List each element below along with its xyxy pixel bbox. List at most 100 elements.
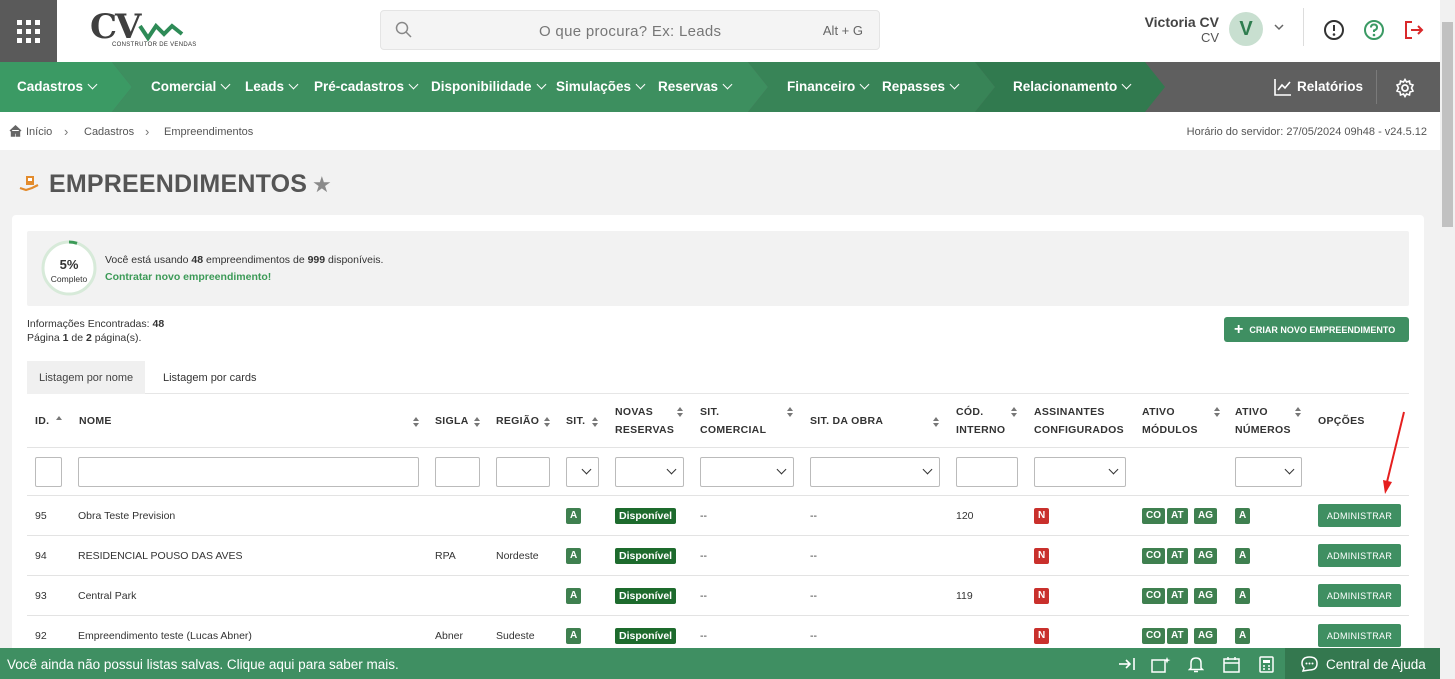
logo[interactable]: CV CONSTRUTOR DE VENDAS bbox=[90, 10, 196, 52]
usage-percent: 5% bbox=[59, 257, 79, 272]
divider bbox=[27, 447, 1409, 448]
administrar-button[interactable]: ADMINISTRAR bbox=[1318, 584, 1401, 607]
saved-lists-message[interactable]: Você ainda não possui listas salvas. Cli… bbox=[7, 657, 399, 672]
sort-icon[interactable] bbox=[544, 417, 550, 427]
module-badge: AT bbox=[1167, 628, 1188, 644]
col-ativo-numeros[interactable]: ATIVO NÚMEROS bbox=[1235, 403, 1291, 439]
status-badge: A bbox=[566, 628, 582, 644]
cell-nome[interactable]: RESIDENCIAL POUSO DAS AVES bbox=[78, 550, 243, 562]
col-regiao[interactable]: REGIÃO bbox=[496, 412, 539, 430]
filter-obra-select[interactable] bbox=[810, 457, 940, 487]
help-icon[interactable] bbox=[1363, 19, 1385, 41]
chart-icon bbox=[1274, 79, 1291, 96]
module-badge: AT bbox=[1167, 548, 1188, 564]
status-badge: A bbox=[566, 588, 582, 604]
col-sit-obra[interactable]: SIT. DA OBRA bbox=[810, 412, 883, 430]
nav-relacionamento[interactable]: Relacionamento bbox=[1013, 79, 1132, 94]
avatar[interactable]: V bbox=[1229, 12, 1263, 46]
cell-sit-obra: -- bbox=[810, 550, 817, 562]
content-card: 5% Completo Você está usando 48 empreend… bbox=[12, 215, 1424, 679]
breadcrumb-cadastros[interactable]: Cadastros bbox=[84, 126, 134, 138]
filter-assinantes-select[interactable] bbox=[1034, 457, 1126, 487]
nav-relatorios[interactable]: Relatórios bbox=[1297, 79, 1363, 94]
administrar-button[interactable]: ADMINISTRAR bbox=[1318, 544, 1401, 567]
col-sit[interactable]: SIT. bbox=[566, 412, 585, 430]
new-message-icon[interactable] bbox=[1151, 656, 1171, 673]
nav-reservas[interactable]: Reservas bbox=[658, 79, 733, 94]
cell-regiao: Sudeste bbox=[496, 630, 535, 642]
breadcrumb-current: Empreendimentos bbox=[164, 126, 254, 138]
nav-simulacoes[interactable]: Simulações bbox=[556, 79, 646, 94]
hire-link[interactable]: Contratar novo empreendimento! bbox=[105, 271, 271, 283]
nav-cadastros[interactable]: Cadastros bbox=[17, 79, 98, 94]
col-id[interactable]: ID. bbox=[35, 412, 49, 430]
filter-regiao-input[interactable] bbox=[496, 457, 550, 487]
server-time: Horário do servidor: 27/05/2024 09h48 - … bbox=[1186, 126, 1427, 138]
sort-icon[interactable] bbox=[787, 407, 793, 417]
collapse-right-icon[interactable] bbox=[1118, 656, 1136, 672]
nav-financeiro[interactable]: Financeiro bbox=[787, 79, 870, 94]
calculator-icon[interactable] bbox=[1259, 656, 1274, 673]
create-button[interactable]: + CRIAR NOVO EMPREENDIMENTO bbox=[1224, 317, 1409, 342]
sort-icon[interactable] bbox=[1214, 407, 1220, 417]
sort-icon[interactable] bbox=[56, 416, 62, 426]
sort-icon[interactable] bbox=[413, 417, 419, 427]
app-menu-button[interactable] bbox=[0, 0, 57, 62]
home-icon[interactable] bbox=[9, 125, 22, 137]
info-icon[interactable] bbox=[1323, 19, 1345, 41]
search-input[interactable]: O que procura? Ex: Leads Alt + G bbox=[380, 10, 880, 50]
sort-icon[interactable] bbox=[677, 407, 683, 417]
col-novas-reservas[interactable]: NOVAS RESERVAS bbox=[615, 403, 674, 439]
nav-disponibilidade[interactable]: Disponibilidade bbox=[431, 79, 546, 94]
divider bbox=[27, 495, 1409, 496]
sort-icon[interactable] bbox=[1295, 407, 1301, 417]
breadcrumb: Início › Cadastros › Empreendimentos Hor… bbox=[0, 112, 1440, 150]
filter-sigla-input[interactable] bbox=[435, 457, 480, 487]
cell-nome[interactable]: Central Park bbox=[78, 590, 136, 602]
filter-sit-select[interactable] bbox=[566, 457, 599, 487]
filter-cod-input[interactable] bbox=[956, 457, 1018, 487]
filter-novas-select[interactable] bbox=[615, 457, 684, 487]
filter-id-input[interactable] bbox=[35, 457, 62, 487]
cell-nome[interactable]: Empreendimento teste (Lucas Abner) bbox=[78, 630, 252, 642]
user-menu[interactable]: Victoria CV CV V bbox=[1135, 12, 1285, 52]
logout-icon[interactable] bbox=[1403, 19, 1425, 41]
sort-icon[interactable] bbox=[592, 417, 598, 427]
main-nav: Cadastros Comercial Leads Pré-cadastros … bbox=[0, 62, 1440, 112]
filter-nome-input[interactable] bbox=[78, 457, 419, 487]
filter-numeros-select[interactable] bbox=[1235, 457, 1302, 487]
sort-icon[interactable] bbox=[1011, 407, 1017, 417]
scrollbar-thumb[interactable] bbox=[1442, 22, 1453, 227]
page-title: EMPREENDIMENTOS bbox=[49, 170, 308, 198]
col-nome[interactable]: NOME bbox=[79, 412, 112, 430]
col-ativo-modulos[interactable]: ATIVO MÓDULOS bbox=[1142, 403, 1198, 439]
administrar-button[interactable]: ADMINISTRAR bbox=[1318, 624, 1401, 647]
status-badge: A bbox=[566, 548, 582, 564]
sort-icon[interactable] bbox=[933, 417, 939, 427]
sort-icon[interactable] bbox=[474, 417, 480, 427]
col-assinantes[interactable]: ASSINANTES CONFIGURADOS bbox=[1034, 403, 1124, 439]
nav-comercial[interactable]: Comercial bbox=[151, 79, 231, 94]
calendar-icon[interactable] bbox=[1223, 656, 1240, 673]
nav-pre-cadastros[interactable]: Pré-cadastros bbox=[314, 79, 419, 94]
scrollbar[interactable] bbox=[1440, 0, 1455, 679]
help-center-button[interactable]: Central de Ajuda bbox=[1285, 648, 1440, 679]
tab-list-by-name[interactable]: Listagem por nome bbox=[27, 361, 146, 394]
col-sit-comercial[interactable]: SIT. COMERCIAL bbox=[700, 403, 766, 439]
tab-list-by-cards[interactable]: Listagem por cards bbox=[151, 361, 269, 394]
filter-sitcom-select[interactable] bbox=[700, 457, 794, 487]
gear-icon[interactable] bbox=[1395, 78, 1415, 98]
bell-icon[interactable] bbox=[1188, 656, 1204, 673]
administrar-button[interactable]: ADMINISTRAR bbox=[1318, 504, 1401, 527]
signers-badge: N bbox=[1034, 628, 1050, 644]
module-badge: AG bbox=[1194, 508, 1217, 524]
cell-nome[interactable]: Obra Teste Prevision bbox=[78, 510, 175, 522]
col-sigla[interactable]: SIGLA bbox=[435, 412, 469, 430]
breadcrumb-home[interactable]: Início bbox=[26, 126, 52, 138]
star-icon[interactable]: ★ bbox=[312, 172, 332, 198]
top-header: CV CONSTRUTOR DE VENDAS O que procura? E… bbox=[0, 0, 1440, 62]
col-cod-interno[interactable]: CÓD. INTERNO bbox=[956, 403, 1005, 439]
chevron-down-icon[interactable] bbox=[1273, 21, 1285, 33]
nav-repasses[interactable]: Repasses bbox=[882, 79, 960, 94]
nav-leads[interactable]: Leads bbox=[245, 79, 299, 94]
